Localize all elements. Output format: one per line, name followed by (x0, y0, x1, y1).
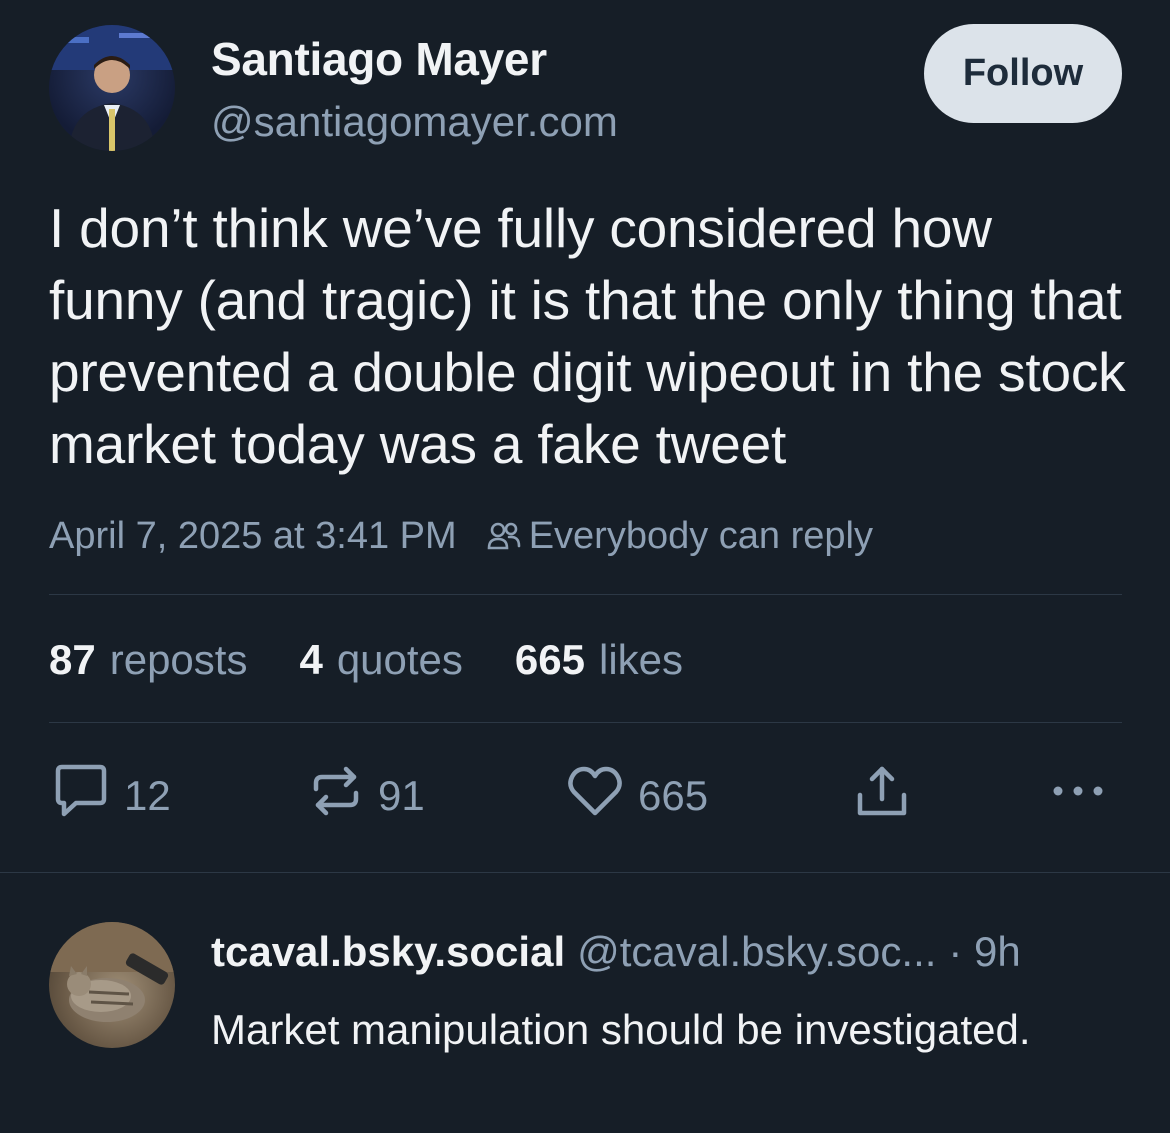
reply-setting[interactable]: Everybody can reply (529, 515, 873, 558)
post-stats: 87 reposts 4 quotes 665 likes (49, 632, 735, 688)
likes-label: likes (599, 636, 684, 683)
quotes-count: 4 (299, 636, 323, 683)
reply-author-name[interactable]: tcaval.bsky.social (211, 928, 565, 976)
follow-button[interactable]: Follow (924, 24, 1122, 123)
post-meta: April 7, 2025 at 3:41 PM Everybody can r… (49, 512, 873, 560)
like-button[interactable]: 665 (566, 766, 709, 824)
people-icon (487, 521, 521, 551)
quotes-stat[interactable]: 4 quotes (299, 636, 462, 684)
reposts-label: reposts (109, 636, 248, 683)
reply-time: · 9h (948, 928, 1021, 975)
reply-icon (52, 763, 110, 829)
heart-icon (566, 763, 624, 829)
repost-icon (308, 763, 364, 829)
repost-button[interactable]: 91 (308, 766, 425, 824)
reply-header: tcaval.bsky.social @tcaval.bsky.soc... ·… (211, 928, 1131, 976)
likes-stat[interactable]: 665 likes (515, 636, 683, 684)
repost-count: 91 (378, 772, 425, 819)
more-icon (1050, 763, 1106, 829)
reposts-count: 87 (49, 636, 96, 683)
author-name[interactable]: Santiago Mayer (211, 32, 547, 86)
post-timestamp[interactable]: April 7, 2025 at 3:41 PM (49, 515, 457, 558)
divider (49, 594, 1122, 595)
reply-button[interactable]: 12 (52, 764, 171, 824)
reply-count: 12 (124, 772, 171, 819)
reply-text: Market manipulation should be investigat… (211, 1006, 1031, 1053)
reposts-stat[interactable]: 87 reposts (49, 636, 247, 684)
author-avatar[interactable] (49, 25, 175, 151)
share-icon (854, 763, 910, 829)
quotes-label: quotes (336, 636, 463, 683)
more-options-button[interactable] (1050, 768, 1106, 824)
share-button[interactable] (854, 766, 910, 824)
like-count: 665 (638, 772, 709, 819)
thread-divider (0, 872, 1170, 873)
divider (49, 722, 1122, 723)
post-text: I don’t think we’ve fully considered how… (49, 197, 1126, 475)
post-thread: Santiago Mayer @santiagomayer.com Follow… (0, 0, 1170, 1133)
reply-avatar[interactable] (49, 922, 175, 1048)
likes-count: 665 (514, 636, 585, 683)
reply-author-handle[interactable]: @tcaval.bsky.soc... (577, 928, 936, 976)
author-handle[interactable]: @santiagomayer.com (211, 98, 618, 146)
